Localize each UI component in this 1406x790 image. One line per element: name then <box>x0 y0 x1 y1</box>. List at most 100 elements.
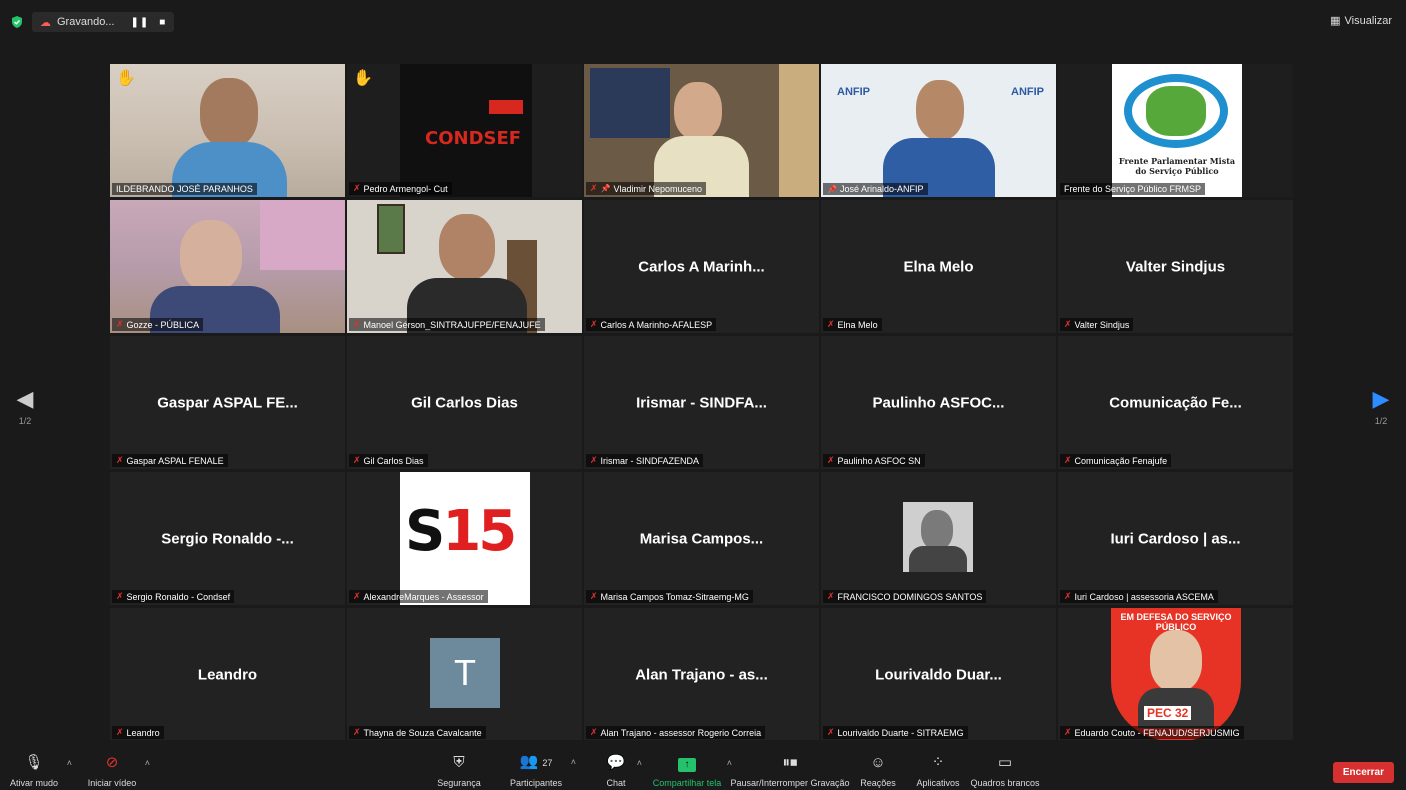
participant-video <box>347 200 582 333</box>
participant-tile[interactable]: ANFIP ANFIP 📌 José Arinaldo-ANFIP <box>821 64 1056 197</box>
recording-label: Gravando... <box>57 16 115 28</box>
participant-name-label: ✗ Elna Melo <box>823 318 882 331</box>
shield-icon[interactable] <box>10 15 24 29</box>
chat-label: Chat <box>606 778 626 788</box>
participant-tile[interactable]: Gil Carlos Dias ✗ Gil Carlos Dias <box>347 336 582 469</box>
chevron-up-icon[interactable]: ˄ <box>67 758 72 768</box>
participant-tile[interactable]: Paulinho ASFOC... ✗ Paulinho ASFOC SN <box>821 336 1056 469</box>
apps-label: Aplicativos <box>916 778 960 788</box>
participant-tile[interactable]: CONDSEF ✋ ✗ Pedro Armengol- Cut <box>347 64 582 197</box>
whiteboards-button[interactable]: ▭ Quadros brancos <box>970 754 1040 788</box>
condsef-logo: CONDSEF <box>425 128 522 149</box>
mic-muted-icon: ✗ <box>1064 591 1072 601</box>
participant-name-label: ✗ Valter Sindjus <box>1060 318 1134 331</box>
mic-muted-icon: ✗ <box>353 319 361 329</box>
participant-video <box>110 200 345 333</box>
participant-name-label: ✗ Gaspar ASPAL FENALE <box>112 454 228 467</box>
smiley-icon: ☺ <box>870 754 886 771</box>
participant-video: S15 <box>347 472 582 605</box>
top-bar: ☁ Gravando... ❚❚ ■ ▦ Visualizar <box>0 0 1406 40</box>
right-arrow-icon: ▶ <box>1372 386 1390 411</box>
stop-record-icon[interactable]: ■ <box>159 17 166 28</box>
participant-tile[interactable]: T ✗ Thayna de Souza Cavalcante <box>347 608 582 741</box>
reactions-button[interactable]: ☺ Reações <box>860 754 896 788</box>
participant-tile[interactable]: Sergio Ronaldo -... ✗ Sergio Ronaldo - Co… <box>110 472 345 605</box>
mic-muted-icon: ✗ <box>116 455 124 465</box>
chevron-up-icon[interactable]: ˄ <box>145 758 150 768</box>
participant-tile[interactable]: S15 ✗ AlexandreMarques - Assessor <box>347 472 582 605</box>
next-page-button[interactable]: ▶ 1/2 <box>1366 386 1396 427</box>
mic-muted-icon: ✗ <box>827 591 835 601</box>
view-button[interactable]: ▦ Visualizar <box>1330 14 1392 28</box>
mic-muted-icon: ✗ <box>353 183 361 193</box>
participant-tile[interactable]: Irismar - SINDFA... ✗ Irismar - SINDFAZEN… <box>584 336 819 469</box>
anfip-logo-right: ANFIP <box>1011 86 1044 98</box>
mic-muted-icon: ✗ <box>590 319 598 329</box>
participant-tile[interactable]: ✗ FRANCISCO DOMINGOS SANTOS <box>821 472 1056 605</box>
participant-display-name: Iuri Cardoso | as... <box>1110 530 1241 547</box>
participant-display-name: Valter Sindjus <box>1125 258 1226 275</box>
mic-muted-icon: ✗ <box>353 727 361 737</box>
chat-button[interactable]: 💬 ˄ Chat <box>600 754 642 788</box>
participant-tile[interactable]: ✗ 📌 Vladimir Nepomuceno <box>584 64 819 197</box>
participant-tile[interactable]: Comunicação Fe... ✗ Comunicação Fenajufe <box>1058 336 1293 469</box>
participant-tile[interactable]: ✗ Manoel Gérson_SINTRAJUFPE/FENAJUFE <box>347 200 582 333</box>
participant-tile[interactable]: Marisa Campos... ✗ Marisa Campos Tomaz-Si… <box>584 472 819 605</box>
avatar: T <box>430 638 500 708</box>
participant-tile[interactable]: Lourivaldo Duar... ✗ Lourivaldo Duarte - … <box>821 608 1056 741</box>
prev-page-button[interactable]: ◀ 1/2 <box>10 386 40 427</box>
mic-muted-icon: ✗ <box>590 455 598 465</box>
pause-record-icon[interactable]: ❚❚ <box>130 17 149 28</box>
recording-box[interactable]: ☁ Gravando... ❚❚ ■ <box>32 12 175 32</box>
participant-name-label: ✗ Gozze - PÚBLICA <box>112 318 204 331</box>
participant-tile[interactable]: Gaspar ASPAL FE... ✗ Gaspar ASPAL FENALE <box>110 336 345 469</box>
participant-tile[interactable]: Alan Trajano - as... ✗ Alan Trajano - ass… <box>584 608 819 741</box>
participant-tile[interactable]: EM DEFESA DO SERVIÇO PÚBLICO PEC 32 ✗ Edu… <box>1058 608 1293 741</box>
participant-display-name: Lourivaldo Duar... <box>875 666 1002 683</box>
participant-display-name: Alan Trajano - as... <box>635 666 768 683</box>
mic-muted-icon: ✗ <box>353 591 361 601</box>
participant-tile[interactable]: Carlos A Marinh... ✗ Carlos A Marinho-AFA… <box>584 200 819 333</box>
chevron-up-icon[interactable]: ˄ <box>637 758 642 768</box>
participant-tile[interactable]: Leandro ✗ Leandro <box>110 608 345 741</box>
participant-tile[interactable]: Iuri Cardoso | as... ✗ Iuri Cardoso | ass… <box>1058 472 1293 605</box>
share-screen-icon-wrap: ↑ <box>652 754 722 772</box>
chat-icon: 💬 <box>606 754 626 771</box>
share-screen-button[interactable]: ↑ ˄ Compartilhar tela <box>652 754 732 788</box>
chevron-up-icon[interactable]: ˄ <box>571 757 576 767</box>
pause-recording-label: Pausar/Interromper Gravação <box>730 778 850 788</box>
end-meeting-button[interactable]: Encerrar <box>1332 762 1394 783</box>
participant-name-label: ✗ Eduardo Couto - FENAJUD/SERJUSMIG <box>1060 726 1244 739</box>
start-video-button[interactable]: ⊘ ˄ Iniciar vídeo <box>84 754 150 788</box>
participants-button[interactable]: 👥 27 ˄ Participantes <box>506 753 576 788</box>
participant-name-label: ILDEBRANDO JOSÉ PARANHOS <box>112 183 257 195</box>
participant-name-label: ✗ Leandro <box>112 726 164 739</box>
mic-muted-icon: ✗ <box>827 727 835 737</box>
s15-logo: S15 <box>405 499 517 564</box>
whiteboards-label: Quadros brancos <box>970 778 1040 788</box>
participant-tile[interactable]: Frente Parlamentar Mista do Serviço Públ… <box>1058 64 1293 197</box>
mute-label: Ativar mudo <box>9 778 59 788</box>
security-button[interactable]: ⛨ Segurança <box>434 754 484 788</box>
participant-tile[interactable]: ✗ Gozze - PÚBLICA <box>110 200 345 333</box>
participant-video: CONDSEF <box>347 64 582 197</box>
left-arrow-icon: ◀ <box>16 386 34 411</box>
pause-recording-button[interactable]: ⏸⏹ Pausar/Interromper Gravação <box>730 754 850 788</box>
mic-muted-icon: ✗ <box>590 183 598 193</box>
participant-display-name: Sergio Ronaldo -... <box>161 530 294 547</box>
participant-name-label: ✗ Iuri Cardoso | assessoria ASCEMA <box>1060 590 1218 603</box>
participant-display-name: Comunicação Fe... <box>1109 394 1242 411</box>
microphone-icon: 🎙 <box>24 754 44 771</box>
pec32-badge: PEC 32 <box>1144 706 1192 720</box>
campaign-slogan: EM DEFESA DO SERVIÇO PÚBLICO <box>1120 612 1232 632</box>
apps-button[interactable]: ⁘ Aplicativos <box>914 754 962 788</box>
participant-name-label: ✗ Gil Carlos Dias <box>349 454 428 467</box>
participant-name-label: ✗ 📌 Vladimir Nepomuceno <box>586 182 707 195</box>
participant-tile[interactable]: Valter Sindjus ✗ Valter Sindjus <box>1058 200 1293 333</box>
participant-name-label: ✗ Carlos A Marinho-AFALESP <box>586 318 717 331</box>
participant-tile[interactable]: Elna Melo ✗ Elna Melo <box>821 200 1056 333</box>
recording-indicator: ☁ Gravando... ❚❚ ■ <box>10 12 175 32</box>
participant-tile[interactable]: ✋ ILDEBRANDO JOSÉ PARANHOS <box>110 64 345 197</box>
meeting-toolbar: 🎙 ˄ Ativar mudo ⊘ ˄ Iniciar vídeo ⛨ Segu… <box>0 740 1406 790</box>
mute-button[interactable]: 🎙 ˄ Ativar mudo <box>6 754 72 788</box>
